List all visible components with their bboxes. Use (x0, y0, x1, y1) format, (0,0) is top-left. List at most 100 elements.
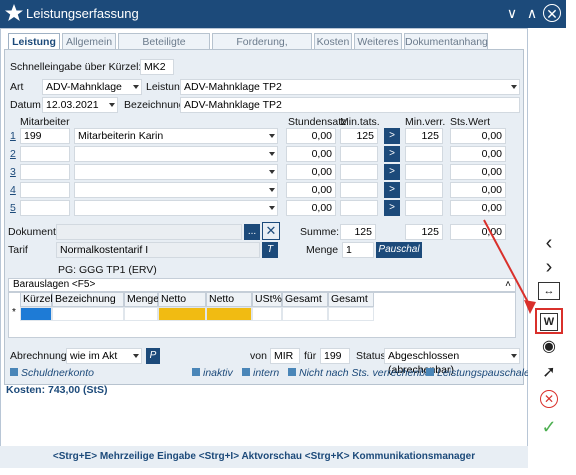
checkbox-icon (242, 368, 250, 376)
expand-up-icon[interactable]: ∧ (523, 4, 541, 22)
mintats-input[interactable] (340, 200, 378, 216)
mitarbeiter-name-select[interactable]: Mitarbeiterin Karin (74, 128, 278, 144)
column-header[interactable]: Kürzel (20, 292, 53, 307)
tab-allgemein[interactable]: Allgemein (62, 33, 116, 50)
tab-leistung[interactable]: Leistung (8, 33, 60, 50)
mitarbeiter-code-input[interactable] (20, 146, 70, 162)
mitarbeiter-name-select[interactable] (74, 164, 278, 180)
copy-minutes-button[interactable]: > (384, 146, 400, 162)
mitarbeiter-code-input[interactable] (20, 164, 70, 180)
leistung-select[interactable]: ADV-Mahnklage TP2 (180, 79, 520, 95)
mitarbeiter-code-input[interactable] (20, 200, 70, 216)
dokument-browse-button[interactable]: ... (244, 224, 260, 240)
copy-minutes-button[interactable]: > (384, 182, 400, 198)
datum-input[interactable]: 12.03.2021 (42, 97, 118, 113)
expand-icon[interactable]: ↔ (538, 282, 560, 300)
inaktiv-checkbox[interactable]: inaktiv (192, 367, 233, 379)
status-select[interactable]: Abgeschlossen (abrechenbar) (384, 348, 520, 376)
tarif-button[interactable]: T (262, 242, 278, 258)
nicht-sts-checkbox[interactable]: Nicht nach Sts. verrechenbar (288, 367, 434, 379)
grid-cell[interactable] (252, 307, 282, 321)
confirm-icon[interactable]: ✓ (538, 416, 560, 438)
tab-weiteres[interactable]: Weiteres (354, 33, 402, 50)
abrechnung-select[interactable]: wie im Akt (66, 348, 142, 364)
column-header[interactable]: Gesamt ES (328, 292, 374, 318)
art-select[interactable]: ADV-Mahnklage (42, 79, 142, 95)
copy-minutes-button[interactable]: > (384, 200, 400, 216)
stundensatz-input[interactable]: 0,00 (286, 128, 336, 144)
mintats-input[interactable] (340, 146, 378, 162)
dokument-clear-icon[interactable]: ✕ (262, 222, 280, 240)
grid-cell[interactable] (52, 307, 124, 321)
stundensatz-input[interactable]: 0,00 (286, 200, 336, 216)
mitarbeiter-name-select[interactable] (74, 200, 278, 216)
mitarbeiter-code-input[interactable]: 199 (20, 128, 70, 144)
row-number[interactable]: 1 (10, 130, 16, 142)
stundensatz-input[interactable]: 0,00 (286, 182, 336, 198)
row-number[interactable]: 4 (10, 184, 16, 196)
mitarbeiter-code-input[interactable] (20, 182, 70, 198)
tab-kosten[interactable]: Kosten (314, 33, 352, 50)
schuldnerkonto-checkbox[interactable]: Schuldnerkonto (10, 367, 94, 379)
column-header[interactable]: Netto (ES) (206, 292, 252, 318)
mintats-input[interactable] (340, 164, 378, 180)
stswert-input[interactable]: 0,00 (450, 182, 506, 198)
barauslagen-header[interactable]: Barauslagen <F5> ˄ (8, 278, 516, 292)
leistungspauschale-label: Leistungspauschale (437, 367, 530, 379)
row-number[interactable]: 2 (10, 148, 16, 160)
dokument-input[interactable] (56, 224, 242, 240)
row-number[interactable]: 3 (10, 166, 16, 178)
stundensatz-input[interactable]: 0,00 (286, 164, 336, 180)
von-input[interactable]: MIR (270, 348, 300, 364)
minverr-input[interactable] (405, 146, 443, 162)
mintats-input[interactable] (340, 182, 378, 198)
minverr-input[interactable] (405, 164, 443, 180)
pin-icon[interactable]: ➚ (538, 362, 560, 384)
minverr-input[interactable]: 125 (405, 128, 443, 144)
grid-cell[interactable] (282, 307, 328, 321)
copy-minutes-button[interactable]: > (384, 164, 400, 180)
tab-beteiligte-personen[interactable]: Beteiligte Personen (118, 33, 210, 64)
row-number[interactable]: 5 (10, 202, 16, 214)
stswert-input[interactable]: 0,00 (450, 200, 506, 216)
menge-input[interactable]: 1 (342, 242, 374, 258)
stswert-input[interactable]: 0,00 (450, 146, 506, 162)
mitarbeiter-name-select[interactable] (74, 146, 278, 162)
minverr-input[interactable] (405, 200, 443, 216)
column-header[interactable]: Menge (124, 292, 159, 307)
fuer-input[interactable]: 199 (320, 348, 350, 364)
stundensatz-input[interactable]: 0,00 (286, 146, 336, 162)
bezeichnung-input[interactable]: ADV-Mahnklage TP2 (180, 97, 520, 113)
tarif-input[interactable]: Normalkostentarif I (56, 242, 260, 258)
abrechnung-p-button[interactable]: P (146, 348, 160, 364)
column-header[interactable]: USt% (252, 292, 282, 307)
barauslagen-title: Barauslagen <F5> (13, 279, 96, 290)
tab-forderung-anspruch[interactable]: Forderung, Anspruch (212, 33, 312, 64)
tab-dokumentanhang[interactable]: Dokumentanhang (404, 33, 488, 50)
copy-minutes-button[interactable]: > (384, 128, 400, 144)
grid-cell[interactable] (158, 307, 206, 321)
column-header[interactable]: Gesamt EL (282, 292, 328, 318)
grid-cell[interactable] (20, 307, 52, 321)
globe-icon[interactable]: ◉ (538, 336, 560, 358)
pauschal-button[interactable]: Pauschal (376, 242, 422, 258)
close-icon[interactable]: ✕ (543, 4, 561, 22)
minverr-input[interactable] (405, 182, 443, 198)
grid-cell[interactable] (124, 307, 158, 321)
mitarbeiter-name-select[interactable] (74, 182, 278, 198)
schnell-input[interactable]: MK2 (140, 59, 174, 75)
grid-cell[interactable] (206, 307, 252, 321)
column-header[interactable]: Netto (EL) (158, 292, 206, 318)
chevron-left-icon[interactable]: ‹ (538, 232, 560, 254)
intern-checkbox[interactable]: intern (242, 367, 279, 379)
cancel-icon[interactable]: ✕ (540, 390, 558, 408)
stswert-input[interactable]: 0,00 (450, 164, 506, 180)
collapse-icon[interactable]: ∨ (503, 4, 521, 22)
stswert-input[interactable]: 0,00 (450, 128, 506, 144)
pg-text: PG: GGG TP1 (ERV) (58, 264, 157, 276)
leistungspauschale-checkbox[interactable]: Leistungspauschale (426, 367, 530, 379)
mintats-input[interactable]: 125 (340, 128, 378, 144)
chevron-right-icon[interactable]: › (538, 256, 560, 278)
column-header[interactable]: Bezeichnung (52, 292, 124, 307)
grid-cell[interactable] (328, 307, 374, 321)
